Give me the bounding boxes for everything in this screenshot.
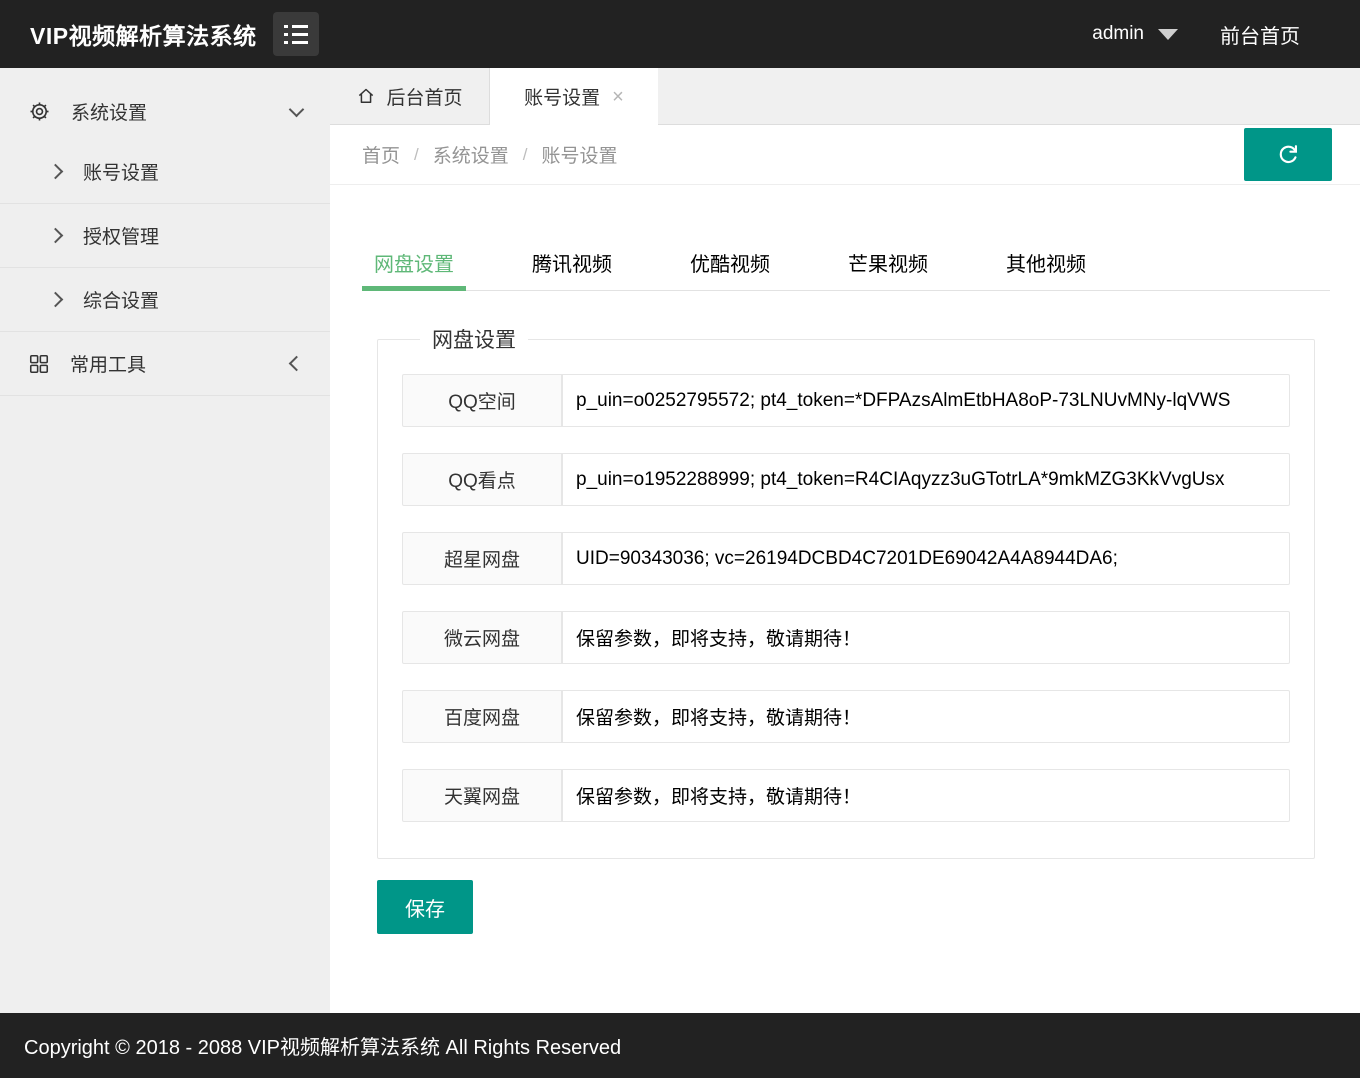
- sidebar-group-system-settings[interactable]: 系统设置: [0, 82, 330, 140]
- qq-zone-input[interactable]: [562, 374, 1290, 427]
- sidebar-item-label: 授权管理: [83, 222, 159, 249]
- middle-area: 系统设置 账号设置 授权管理 综合设置: [0, 68, 1360, 1013]
- save-button[interactable]: 保存: [377, 880, 473, 934]
- form-row-weiyun-netdisk: 微云网盘: [402, 611, 1290, 664]
- form-row-baidu-netdisk: 百度网盘: [402, 690, 1290, 743]
- tab-label: 账号设置: [524, 83, 600, 110]
- user-dropdown[interactable]: admin: [1092, 23, 1178, 45]
- sidebar-group-label: 常用工具: [70, 350, 146, 377]
- list-menu-icon: [284, 25, 308, 44]
- app-window: VIP视频解析算法系统 admin 前台首页: [0, 0, 1360, 1078]
- breadcrumb-separator: /: [523, 145, 528, 165]
- refresh-button[interactable]: [1244, 128, 1332, 181]
- sidebar-group-label: 系统设置: [71, 98, 147, 125]
- tab-other-video[interactable]: 其他视频: [994, 235, 1098, 290]
- chevron-down-icon: [1158, 29, 1178, 40]
- fieldset-legend: 网盘设置: [420, 324, 528, 354]
- field-label: 百度网盘: [402, 690, 562, 743]
- sidebar-toggle-button[interactable]: [273, 12, 319, 56]
- form-row-qq-zone: QQ空间: [402, 374, 1290, 427]
- tab-tencent-video[interactable]: 腾讯视频: [520, 235, 624, 290]
- sidebar-item-account-settings[interactable]: 账号设置: [0, 140, 330, 204]
- settings-tabs: 网盘设置 腾讯视频 优酷视频 芒果视频 其他视频: [362, 235, 1330, 291]
- front-home-link[interactable]: 前台首页: [1220, 20, 1300, 49]
- footer: Copyright © 2018 - 2088 VIP视频解析算法系统 All …: [0, 1013, 1360, 1078]
- sidebar-group-common-tools[interactable]: 常用工具: [0, 332, 330, 396]
- form-row-tianyi-netdisk: 天翼网盘: [402, 769, 1290, 822]
- netdisk-settings-fieldset: 网盘设置 QQ空间 QQ看点 超星网盘 微云网盘: [377, 324, 1315, 859]
- close-icon[interactable]: ×: [612, 87, 624, 107]
- header-right: admin 前台首页: [1092, 20, 1300, 49]
- tab-backend-home[interactable]: 后台首页: [330, 68, 490, 124]
- field-label: 天翼网盘: [402, 769, 562, 822]
- breadcrumb-current: 账号设置: [542, 141, 618, 168]
- sidebar-item-general-settings[interactable]: 综合设置: [0, 268, 330, 332]
- qq-kandian-input[interactable]: [562, 453, 1290, 506]
- chevron-down-icon: [289, 101, 305, 117]
- chevron-left-icon: [289, 356, 305, 372]
- field-label: 微云网盘: [402, 611, 562, 664]
- home-icon: [356, 86, 376, 106]
- app-title: VIP视频解析算法系统: [30, 17, 257, 51]
- breadcrumb-separator: /: [414, 145, 419, 165]
- tab-youku-video[interactable]: 优酷视频: [678, 235, 782, 290]
- field-label: QQ空间: [402, 374, 562, 427]
- top-header: VIP视频解析算法系统 admin 前台首页: [0, 0, 1360, 68]
- sidebar-item-authorization[interactable]: 授权管理: [0, 204, 330, 268]
- chevron-right-icon: [48, 292, 64, 308]
- sidebar: 系统设置 账号设置 授权管理 综合设置: [0, 68, 330, 1013]
- sidebar-item-label: 综合设置: [83, 286, 159, 313]
- content-panel: 网盘设置 腾讯视频 优酷视频 芒果视频 其他视频 网盘设置 QQ空间 QQ看点: [330, 185, 1360, 1013]
- tab-account-settings[interactable]: 账号设置 ×: [490, 68, 658, 125]
- field-label: 超星网盘: [402, 532, 562, 585]
- chaoxing-netdisk-input[interactable]: [562, 532, 1290, 585]
- form-row-chaoxing-netdisk: 超星网盘: [402, 532, 1290, 585]
- chevron-right-icon: [48, 228, 64, 244]
- window-tabstrip: 后台首页 账号设置 ×: [330, 68, 1360, 125]
- grid-icon: [28, 353, 50, 375]
- username-label: admin: [1092, 23, 1144, 45]
- tab-netdisk-settings[interactable]: 网盘设置: [362, 235, 466, 290]
- tab-mango-video[interactable]: 芒果视频: [836, 235, 940, 290]
- weiyun-netdisk-input[interactable]: [562, 611, 1290, 664]
- copyright-text: Copyright © 2018 - 2088 VIP视频解析算法系统 All …: [24, 1031, 621, 1060]
- refresh-icon: [1275, 141, 1302, 168]
- breadcrumb-system-settings[interactable]: 系统设置: [433, 141, 509, 168]
- gear-icon: [28, 100, 51, 123]
- breadcrumb: 首页 / 系统设置 / 账号设置: [330, 125, 1360, 185]
- sidebar-item-label: 账号设置: [83, 158, 159, 185]
- baidu-netdisk-input[interactable]: [562, 690, 1290, 743]
- chevron-right-icon: [48, 164, 64, 180]
- breadcrumb-home[interactable]: 首页: [362, 141, 400, 168]
- field-label: QQ看点: [402, 453, 562, 506]
- tab-label: 后台首页: [386, 83, 462, 110]
- main-area: 后台首页 账号设置 × 首页 / 系统设置 / 账号设置: [330, 68, 1360, 1013]
- form-row-qq-kandian: QQ看点: [402, 453, 1290, 506]
- tianyi-netdisk-input[interactable]: [562, 769, 1290, 822]
